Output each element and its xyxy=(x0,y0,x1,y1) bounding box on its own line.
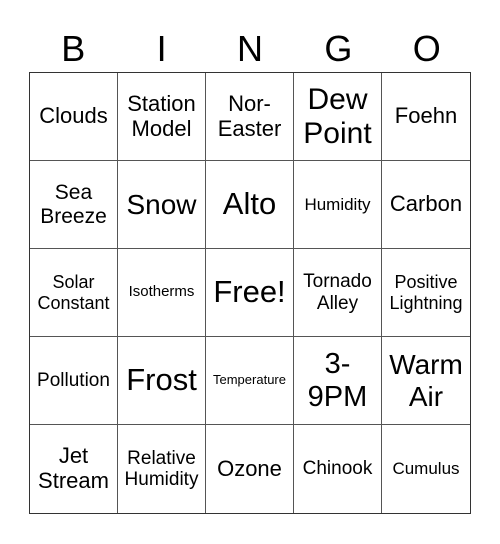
header-letter-i: I xyxy=(156,28,167,69)
bingo-cell[interactable]: Temperature xyxy=(206,337,294,425)
bingo-cell[interactable]: Chinook xyxy=(294,425,382,513)
bingo-cell[interactable]: Sea Breeze xyxy=(30,161,118,249)
bingo-cell[interactable]: Humidity xyxy=(294,161,382,249)
bingo-cell[interactable]: Carbon xyxy=(382,161,470,249)
bingo-cell[interactable]: Clouds xyxy=(30,73,118,161)
bingo-cell[interactable]: Jet Stream xyxy=(30,425,118,513)
bingo-cell[interactable]: Positive Lightning xyxy=(382,249,470,337)
bingo-cell[interactable]: Isotherms xyxy=(118,249,206,337)
free-space-cell[interactable]: Free! xyxy=(206,249,294,337)
bingo-cell[interactable]: Dew Point xyxy=(294,73,382,161)
bingo-cell[interactable]: Foehn xyxy=(382,73,470,161)
bingo-cell[interactable]: Solar Constant xyxy=(30,249,118,337)
header-letter-n: N xyxy=(236,28,263,69)
bingo-cell[interactable]: Cumulus xyxy=(382,425,470,513)
bingo-cell[interactable]: Station Model xyxy=(118,73,206,161)
bingo-cell[interactable]: Frost xyxy=(118,337,206,425)
bingo-cell[interactable]: Pollution xyxy=(30,337,118,425)
bingo-board: Clouds Station Model Nor- Easter Dew Poi… xyxy=(29,72,471,514)
header-letter-g: G xyxy=(324,28,353,69)
bingo-cell[interactable]: Ozone xyxy=(206,425,294,513)
bingo-cell[interactable]: 3- 9PM xyxy=(294,337,382,425)
bingo-cell[interactable]: Tornado Alley xyxy=(294,249,382,337)
bingo-cell[interactable]: Relative Humidity xyxy=(118,425,206,513)
bingo-cell[interactable]: Alto xyxy=(206,161,294,249)
bingo-header: B I N G O xyxy=(29,26,471,72)
bingo-cell[interactable]: Warm Air xyxy=(382,337,470,425)
bingo-cell[interactable]: Snow xyxy=(118,161,206,249)
header-letter-b: B xyxy=(61,28,86,69)
bingo-cell[interactable]: Nor- Easter xyxy=(206,73,294,161)
header-letter-o: O xyxy=(412,28,441,69)
